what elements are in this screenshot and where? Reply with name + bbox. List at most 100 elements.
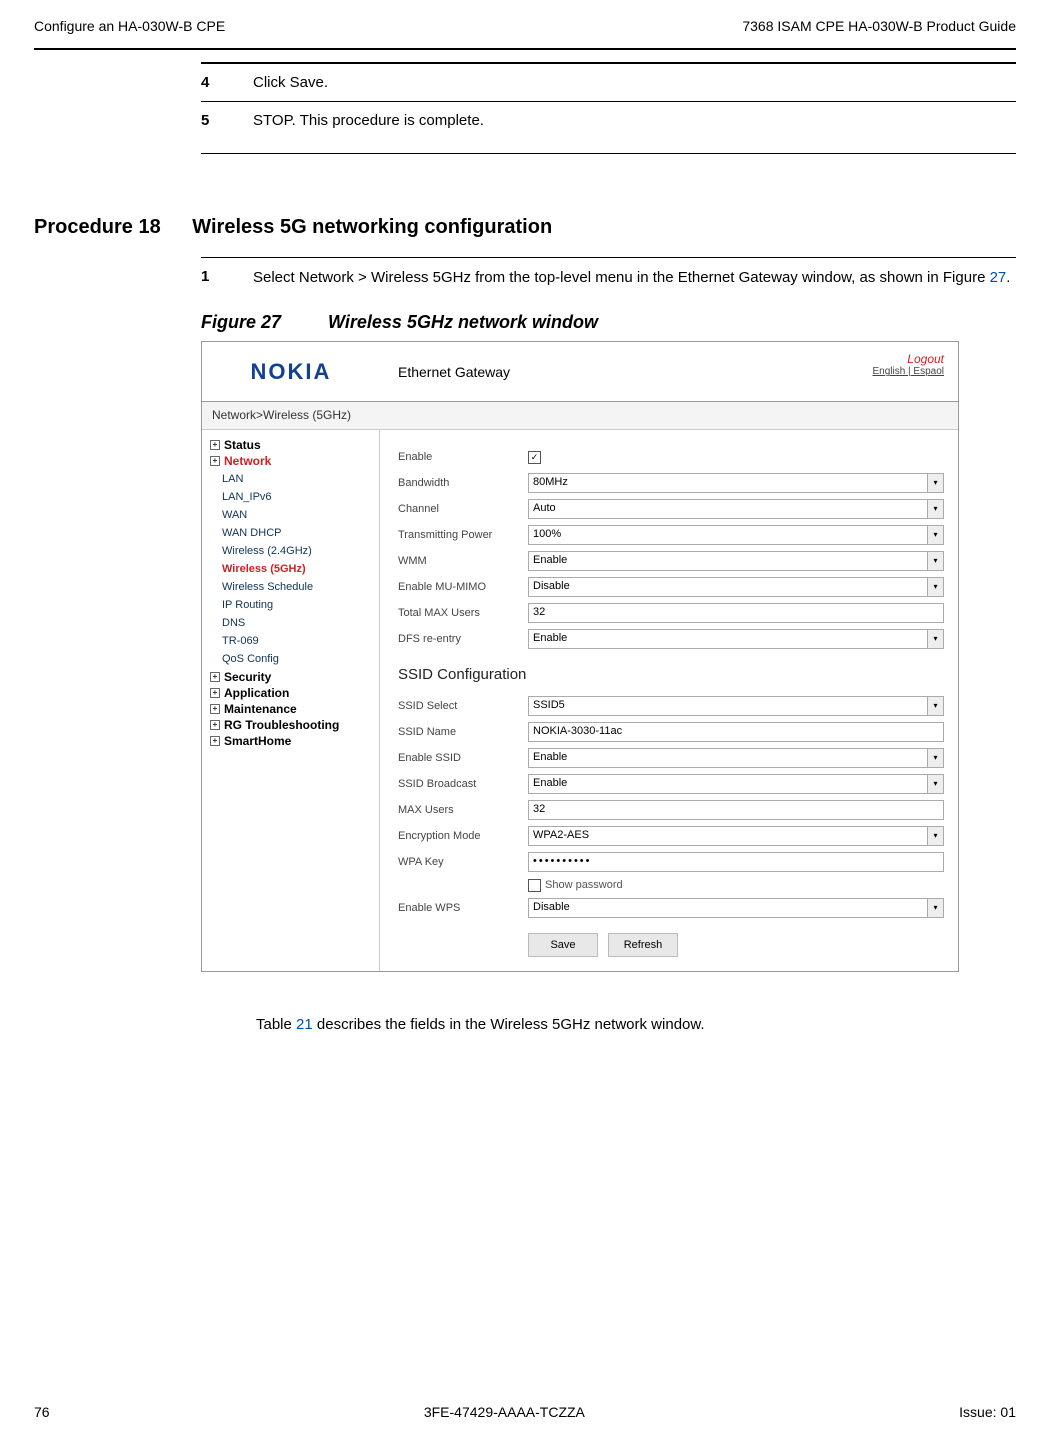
doc-id: 3FE-47429-AAAA-TCZZA: [424, 1404, 585, 1420]
nokia-logo: NOKIA: [251, 359, 332, 385]
sidebar-item-wireless-24[interactable]: Wireless (2.4GHz): [222, 542, 371, 560]
step-4: 4 Click Save.: [201, 63, 1016, 101]
enable-wps-label: Enable WPS: [398, 902, 528, 914]
sidebar-item-wireless-schedule[interactable]: Wireless Schedule: [222, 578, 371, 596]
sidebar: +Status +Network LAN LAN_IPv6 WAN WAN DH…: [202, 430, 380, 971]
logout-link[interactable]: Logout: [772, 352, 944, 366]
encryption-mode-label: Encryption Mode: [398, 830, 528, 842]
sidebar-item-tr069[interactable]: TR-069: [222, 632, 371, 650]
sidebar-application[interactable]: +Application: [210, 686, 371, 700]
sidebar-maintenance[interactable]: +Maintenance: [210, 702, 371, 716]
table-21-link[interactable]: 21: [296, 1016, 313, 1033]
screenshot-frame: NOKIA Ethernet Gateway Logout English | …: [201, 341, 959, 972]
ssid-name-input[interactable]: NOKIA-3030-11ac: [528, 722, 944, 742]
sidebar-rg-troubleshooting[interactable]: +RG Troubleshooting: [210, 718, 371, 732]
total-max-users-input[interactable]: 32: [528, 603, 944, 623]
sidebar-item-ip-routing[interactable]: IP Routing: [222, 596, 371, 614]
expand-icon[interactable]: +: [210, 688, 220, 698]
enable-checkbox[interactable]: ✓: [528, 451, 541, 464]
sidebar-item-wan-dhcp[interactable]: WAN DHCP: [222, 524, 371, 542]
figure-caption: Wireless 5GHz network window: [328, 312, 598, 332]
expand-icon[interactable]: +: [210, 736, 220, 746]
channel-label: Channel: [398, 503, 528, 515]
sidebar-item-qos[interactable]: QoS Config: [222, 650, 371, 668]
txpower-label: Transmitting Power: [398, 529, 528, 541]
chevron-down-icon: ▾: [927, 775, 943, 793]
step-5-number: 5: [201, 112, 253, 129]
figure-number: Figure 27: [201, 312, 281, 332]
sidebar-security[interactable]: +Security: [210, 670, 371, 684]
dfs-label: DFS re-entry: [398, 633, 528, 645]
ssid-broadcast-select[interactable]: Enable▾: [528, 774, 944, 794]
sidebar-item-wan[interactable]: WAN: [222, 506, 371, 524]
step-4-number: 4: [201, 74, 253, 91]
chevron-down-icon: ▾: [927, 526, 943, 544]
step-1-number: 1: [201, 268, 253, 288]
chevron-down-icon: ▾: [927, 474, 943, 492]
page-number: 76: [34, 1404, 50, 1420]
channel-select[interactable]: Auto▾: [528, 499, 944, 519]
sidebar-item-wireless-5[interactable]: Wireless (5GHz): [222, 560, 371, 578]
procedure-number: Procedure 18: [34, 216, 161, 238]
sidebar-status[interactable]: +Status: [210, 438, 371, 452]
ssid-section-heading: SSID Configuration: [398, 666, 944, 683]
procedure-title: Wireless 5G networking configuration: [192, 216, 552, 238]
ssid-name-label: SSID Name: [398, 726, 528, 738]
header-right: 7368 ISAM CPE HA-030W-B Product Guide: [742, 18, 1016, 34]
step-1-text: Select Network > Wireless 5GHz from the …: [253, 268, 1010, 288]
app-title: Ethernet Gateway: [380, 342, 758, 401]
expand-icon[interactable]: +: [210, 672, 220, 682]
enable-wps-select[interactable]: Disable▾: [528, 898, 944, 918]
sidebar-network[interactable]: +Network: [210, 454, 371, 468]
step-5: 5 STOP. This procedure is complete.: [201, 101, 1016, 154]
wpa-key-label: WPA Key: [398, 856, 528, 868]
wpa-key-input[interactable]: ••••••••••: [528, 852, 944, 872]
ssid-select[interactable]: SSID5▾: [528, 696, 944, 716]
header-left: Configure an HA-030W-B CPE: [34, 18, 225, 34]
mumimo-label: Enable MU-MIMO: [398, 581, 528, 593]
total-max-users-label: Total MAX Users: [398, 607, 528, 619]
sidebar-item-dns[interactable]: DNS: [222, 614, 371, 632]
bandwidth-label: Bandwidth: [398, 477, 528, 489]
issue-number: Issue: 01: [959, 1404, 1016, 1420]
header-rule: [34, 48, 1016, 50]
sidebar-smarthome[interactable]: +SmartHome: [210, 734, 371, 748]
refresh-button[interactable]: Refresh: [608, 933, 678, 957]
sidebar-item-lan-ipv6[interactable]: LAN_IPv6: [222, 488, 371, 506]
ssid-broadcast-label: SSID Broadcast: [398, 778, 528, 790]
dfs-select[interactable]: Enable▾: [528, 629, 944, 649]
encryption-mode-select[interactable]: WPA2-AES▾: [528, 826, 944, 846]
figure-27-link[interactable]: 27: [990, 269, 1007, 286]
wmm-label: WMM: [398, 555, 528, 567]
txpower-select[interactable]: 100%▾: [528, 525, 944, 545]
sidebar-item-lan[interactable]: LAN: [222, 470, 371, 488]
mumimo-select[interactable]: Disable▾: [528, 577, 944, 597]
expand-icon[interactable]: +: [210, 704, 220, 714]
ssid-select-label: SSID Select: [398, 700, 528, 712]
enable-label: Enable: [398, 451, 528, 463]
show-password-checkbox[interactable]: [528, 879, 541, 892]
ssid-max-users-label: MAX Users: [398, 804, 528, 816]
chevron-down-icon: ▾: [927, 630, 943, 648]
chevron-down-icon: ▾: [927, 899, 943, 917]
enable-ssid-label: Enable SSID: [398, 752, 528, 764]
chevron-down-icon: ▾: [927, 578, 943, 596]
bandwidth-select[interactable]: 80MHz▾: [528, 473, 944, 493]
figure-title: Figure 27 Wireless 5GHz network window: [201, 312, 1016, 333]
expand-icon[interactable]: +: [210, 456, 220, 466]
step-1: 1 Select Network > Wireless 5GHz from th…: [201, 257, 1016, 298]
expand-icon[interactable]: +: [210, 720, 220, 730]
expand-icon[interactable]: +: [210, 440, 220, 450]
language-links[interactable]: English | Espaol: [772, 366, 944, 377]
save-button[interactable]: Save: [528, 933, 598, 957]
show-password-label: Show password: [545, 879, 623, 891]
chevron-down-icon: ▾: [927, 827, 943, 845]
breadcrumb: Network>Wireless (5GHz): [202, 402, 958, 430]
ssid-max-users-input[interactable]: 32: [528, 800, 944, 820]
chevron-down-icon: ▾: [927, 749, 943, 767]
chevron-down-icon: ▾: [927, 697, 943, 715]
wmm-select[interactable]: Enable▾: [528, 551, 944, 571]
procedure-heading: Procedure 18 Wireless 5G networking conf…: [34, 216, 1016, 239]
step-5-text: STOP. This procedure is complete.: [253, 112, 484, 129]
enable-ssid-select[interactable]: Enable▾: [528, 748, 944, 768]
